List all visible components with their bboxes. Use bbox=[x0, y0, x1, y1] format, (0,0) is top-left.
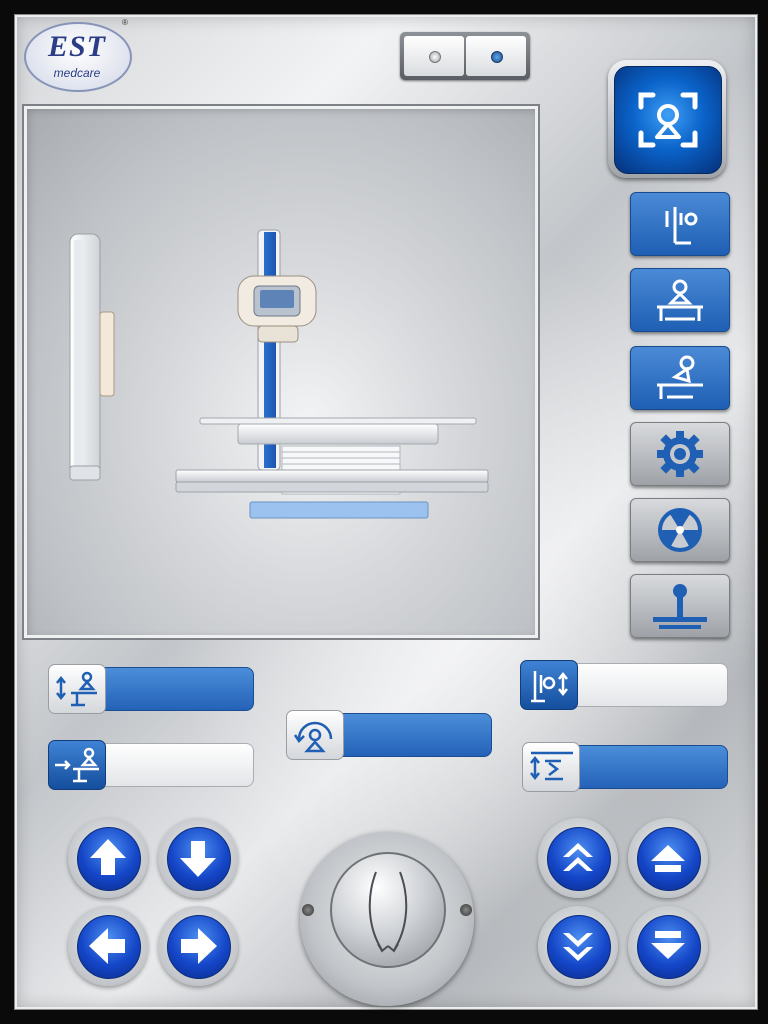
arrow-down-icon bbox=[180, 841, 216, 877]
table-lateral-icon bbox=[55, 747, 99, 783]
joystick-knob-icon bbox=[368, 871, 408, 953]
move-left-button[interactable] bbox=[68, 906, 148, 986]
step-up-icon bbox=[651, 845, 685, 872]
off-indicator-icon bbox=[429, 51, 441, 63]
radiation-icon bbox=[658, 508, 702, 552]
table-lateral-icon-box bbox=[48, 740, 106, 790]
arrow-right-icon bbox=[181, 928, 217, 964]
switch-on-side[interactable] bbox=[466, 36, 526, 76]
column-height-track[interactable] bbox=[570, 663, 728, 707]
fast-up-button[interactable] bbox=[538, 818, 618, 898]
column-height-slider[interactable] bbox=[520, 660, 728, 710]
table-patient-icon bbox=[657, 279, 703, 321]
step-up-button[interactable] bbox=[628, 818, 708, 898]
sid-distance-icon-box bbox=[522, 742, 580, 792]
table-lateral-track[interactable] bbox=[98, 743, 254, 787]
vertical-bucky-button[interactable] bbox=[630, 192, 730, 256]
switch-off-side[interactable] bbox=[404, 36, 464, 76]
fast-down-icon bbox=[563, 933, 593, 961]
table-tilt-patient-icon bbox=[657, 355, 703, 399]
table-tilt-button[interactable] bbox=[630, 346, 730, 410]
radiation-button[interactable] bbox=[630, 498, 730, 562]
table-height-icon-box bbox=[48, 664, 106, 714]
table-height-icon bbox=[56, 671, 97, 707]
tube-rotation-track[interactable] bbox=[336, 713, 492, 757]
joystick-knob[interactable] bbox=[330, 852, 446, 968]
brand-tagline: medcare bbox=[53, 66, 101, 80]
joystick-icon bbox=[653, 584, 707, 629]
power-switch[interactable] bbox=[400, 32, 530, 80]
column-height-icon bbox=[531, 671, 568, 703]
tube-rotation-icon bbox=[293, 721, 333, 753]
scan-mode-button[interactable] bbox=[608, 60, 726, 178]
registered-mark: ® bbox=[122, 18, 128, 27]
table-lateral-slider[interactable] bbox=[48, 740, 254, 790]
step-down-button[interactable] bbox=[628, 906, 708, 986]
brand-name: EST bbox=[47, 30, 107, 63]
machine-view bbox=[22, 104, 540, 640]
move-up-button[interactable] bbox=[68, 818, 148, 898]
table-height-track[interactable] bbox=[98, 667, 254, 711]
table-patient-button[interactable] bbox=[630, 268, 730, 332]
fast-up-icon bbox=[563, 843, 593, 871]
joystick-base bbox=[300, 832, 474, 1006]
tube-rotation-icon-box bbox=[286, 710, 344, 760]
arrow-up-icon bbox=[90, 839, 126, 875]
tube-rotation-slider[interactable] bbox=[286, 710, 492, 760]
arrow-left-icon bbox=[89, 928, 125, 964]
sid-distance-slider[interactable] bbox=[522, 742, 728, 792]
vertical-bucky-icon bbox=[665, 207, 698, 245]
column-height-icon-box bbox=[520, 660, 578, 710]
move-right-button[interactable] bbox=[158, 906, 238, 986]
step-down-icon bbox=[651, 931, 685, 959]
sid-distance-icon bbox=[530, 751, 573, 781]
on-indicator-icon bbox=[491, 51, 503, 63]
fast-down-button[interactable] bbox=[538, 906, 618, 986]
scan-mode-face bbox=[614, 66, 722, 174]
table-height-slider[interactable] bbox=[48, 664, 254, 714]
sid-distance-track[interactable] bbox=[572, 745, 728, 789]
brand-logo: EST medcare ® bbox=[24, 18, 132, 94]
settings-button[interactable] bbox=[630, 422, 730, 486]
joystick-mode-button[interactable] bbox=[630, 574, 730, 638]
screw-left bbox=[302, 904, 314, 916]
xray-machine-illustration bbox=[69, 229, 489, 519]
screw-right bbox=[460, 904, 472, 916]
patient-scan-icon bbox=[638, 92, 698, 148]
gear-icon bbox=[657, 431, 703, 477]
move-down-button[interactable] bbox=[158, 818, 238, 898]
